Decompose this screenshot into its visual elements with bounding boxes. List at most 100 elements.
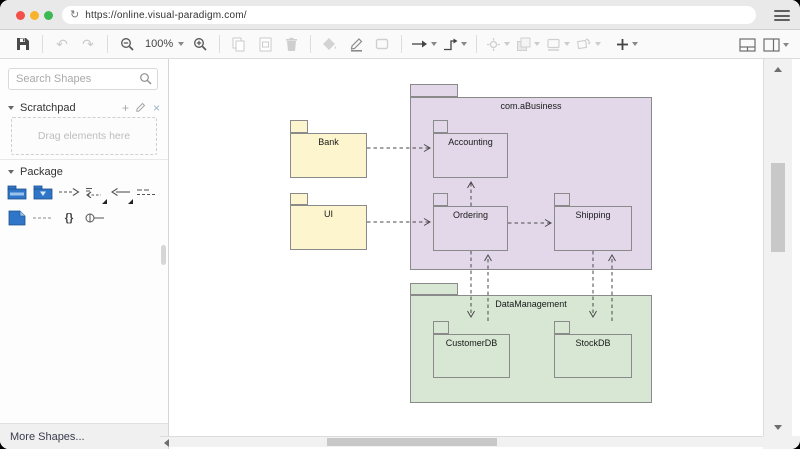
package-ui[interactable]: UI (290, 205, 367, 250)
search-icon (139, 72, 152, 90)
package-section-title: Package (20, 166, 63, 178)
more-shapes-button[interactable]: More Shapes... (0, 423, 168, 449)
chevron-down-icon (564, 42, 570, 46)
scratchpad-dropzone[interactable]: Drag elements here (11, 117, 157, 155)
fill-color-button[interactable] (320, 33, 340, 55)
copy-button[interactable] (229, 33, 249, 55)
replace-shape-dropdown[interactable] (576, 33, 601, 55)
package-datamanagement-tab[interactable] (410, 283, 458, 295)
waypoint-style-dropdown[interactable] (443, 33, 467, 55)
dependency-shape-icon[interactable] (56, 179, 82, 205)
horizontal-scrollbar[interactable] (160, 436, 781, 447)
reload-icon[interactable]: ↻ (70, 10, 79, 21)
paste-button[interactable] (255, 33, 275, 55)
package-stockdb[interactable]: StockDB (554, 334, 632, 378)
redo-button[interactable]: ↷ (78, 33, 98, 55)
package-label: Bank (291, 134, 366, 147)
note-shape-icon[interactable] (4, 205, 30, 231)
chevron-down-icon (461, 42, 467, 46)
browser-menu-icon[interactable] (774, 10, 790, 24)
package-stockdb-tab[interactable] (554, 321, 570, 334)
containment-shape-icon[interactable] (82, 205, 108, 231)
import-shape-icon[interactable] (82, 179, 108, 205)
scratchpad-title: Scratchpad (20, 102, 76, 114)
vertical-scrollbar[interactable] (763, 59, 792, 436)
usage-shape-icon[interactable] (134, 179, 160, 205)
editor-toolbar: ↶ ↷ 100% (0, 30, 800, 59)
package-section-header[interactable]: Package (0, 163, 168, 180)
search-shapes-input[interactable] (8, 68, 158, 90)
connection-style-dropdown[interactable] (411, 33, 437, 55)
chevron-down-icon (431, 42, 437, 46)
zoom-in-button[interactable] (190, 33, 210, 55)
format-panel-toggle[interactable] (737, 34, 757, 56)
arrange-dropdown[interactable] (516, 33, 540, 55)
browser-titlebar: ↻ https://online.visual-paradigm.com/ (0, 0, 800, 30)
package-ordering[interactable]: Ordering (433, 206, 508, 251)
package-shape-icon[interactable] (4, 179, 30, 205)
style-dropdown[interactable] (486, 33, 510, 55)
package-label: Ordering (434, 207, 507, 220)
constraint-shape-icon[interactable]: {} (56, 205, 82, 231)
vertical-scrollbar-thumb[interactable] (771, 163, 785, 252)
package-accounting[interactable]: Accounting (433, 133, 508, 178)
package-shipping-tab[interactable] (554, 193, 570, 206)
scroll-up-arrow[interactable] (774, 67, 782, 72)
toolbar-separator (42, 35, 43, 53)
access-shape-icon[interactable] (108, 179, 134, 205)
address-bar[interactable]: ↻ https://online.visual-paradigm.com/ (62, 6, 756, 24)
sidebar-scrollbar-thumb[interactable] (161, 245, 166, 265)
delete-button[interactable] (281, 33, 301, 55)
sidebar-divider (0, 159, 168, 160)
package-label: CustomerDB (434, 335, 509, 348)
insert-dropdown[interactable] (616, 33, 638, 55)
scratchpad-add-icon[interactable]: + (122, 102, 129, 114)
package-ui-tab[interactable] (290, 193, 308, 205)
package-shipping[interactable]: Shipping (554, 206, 632, 251)
url-text: https://online.visual-paradigm.com/ (85, 10, 247, 21)
zoom-window-button[interactable] (44, 11, 53, 20)
chevron-down-icon (632, 42, 638, 46)
layout-panel-toggle[interactable] (763, 34, 789, 56)
package-accounting-tab[interactable] (433, 120, 448, 133)
save-button[interactable] (13, 33, 33, 55)
dashed-line-shape-icon[interactable] (30, 205, 56, 231)
package-bank[interactable]: Bank (290, 133, 367, 178)
minimize-window-button[interactable] (30, 11, 39, 20)
package-label: DataManagement (411, 296, 651, 309)
scratchpad-edit-icon[interactable] (136, 102, 146, 114)
scratchpad-header[interactable]: Scratchpad + × (0, 99, 168, 116)
package-customerdb-tab[interactable] (433, 321, 449, 334)
chevron-down-icon (783, 43, 789, 47)
close-window-button[interactable] (16, 11, 25, 20)
scroll-left-arrow[interactable] (164, 439, 169, 447)
chevron-down-icon (178, 42, 184, 46)
toolbar-separator (401, 35, 402, 53)
chevron-down-icon (534, 42, 540, 46)
shapes-sidebar: Scratchpad + × Drag elements here Packag… (0, 59, 169, 449)
toolbar-separator (310, 35, 311, 53)
package-label: com.aBusiness (411, 98, 651, 111)
browser-window: ↻ https://online.visual-paradigm.com/ ↶ … (0, 0, 800, 449)
chevron-down-icon (595, 42, 601, 46)
zoom-out-button[interactable] (117, 33, 137, 55)
zoom-level-value: 100% (145, 38, 173, 50)
model-shape-icon[interactable] (30, 179, 56, 205)
toolbar-separator (219, 35, 220, 53)
package-label: StockDB (555, 335, 631, 348)
zoom-level-dropdown[interactable]: 100% (143, 33, 184, 55)
package-business-tab[interactable] (410, 84, 458, 97)
package-customerdb[interactable]: CustomerDB (433, 334, 510, 378)
package-ordering-tab[interactable] (433, 193, 448, 206)
horizontal-scrollbar-thumb[interactable] (327, 438, 497, 446)
shadow-button[interactable] (372, 33, 392, 55)
undo-button[interactable]: ↶ (52, 33, 72, 55)
scroll-down-arrow[interactable] (774, 425, 782, 430)
diagram-canvas[interactable]: com.aBusiness DataManagement Bank UI Acc… (170, 59, 763, 436)
scratchpad-close-icon[interactable]: × (153, 102, 160, 114)
align-dropdown[interactable] (546, 33, 570, 55)
package-bank-tab[interactable] (290, 120, 308, 133)
package-label: Shipping (555, 207, 631, 220)
line-color-button[interactable] (346, 33, 366, 55)
toolbar-separator (107, 35, 108, 53)
